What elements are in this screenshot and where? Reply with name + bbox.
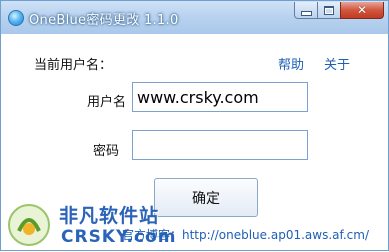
ok-button[interactable]: 确定 bbox=[154, 178, 258, 217]
minimize-icon bbox=[300, 10, 312, 16]
app-window: OneBlue密码更改 1.1.0 ✕ 当前用户名： 帮助 关于 用户名 密码 … bbox=[0, 0, 389, 251]
close-button[interactable]: ✕ bbox=[340, 2, 384, 19]
minimize-button[interactable] bbox=[294, 2, 318, 19]
maximize-icon bbox=[324, 5, 334, 15]
official-blog-link[interactable]: 官方博客：http://oneblue.ap01.aws.af.cm/ bbox=[122, 226, 369, 243]
crsky-watermark: 非凡软件站 CRSKY.com bbox=[3, 197, 175, 252]
maximize-button[interactable] bbox=[317, 2, 341, 19]
password-label: 密码 bbox=[93, 144, 120, 159]
watermark-title: 非凡软件站 bbox=[59, 205, 160, 227]
title-bar[interactable]: OneBlue密码更改 1.1.0 ✕ bbox=[1, 1, 388, 34]
window-title: OneBlue密码更改 1.1.0 bbox=[29, 13, 179, 28]
username-input[interactable] bbox=[132, 82, 308, 112]
username-label: 用户名 bbox=[87, 95, 127, 110]
help-link[interactable]: 帮助 bbox=[278, 54, 304, 73]
current-user-label: 当前用户名： bbox=[34, 58, 113, 73]
close-icon: ✕ bbox=[356, 3, 368, 17]
current-user-value bbox=[119, 54, 141, 70]
password-input[interactable] bbox=[132, 130, 308, 160]
oneblue-app-icon bbox=[8, 10, 24, 26]
crsky-logo-icon bbox=[8, 204, 50, 246]
about-link[interactable]: 关于 bbox=[324, 54, 350, 73]
